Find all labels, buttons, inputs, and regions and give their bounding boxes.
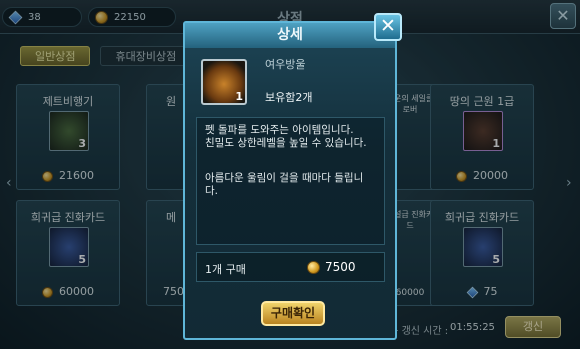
purchase-confirm-button[interactable]: 구매확인 [261,301,325,326]
coin-icon [307,261,320,274]
purchase-quantity: 1개 구매 [205,263,246,276]
fox-bell-icon: 1 [201,59,247,105]
purchase-row: 1개 구매 7500 [196,252,385,282]
item-name: 여우방울 [265,58,306,71]
purchase-price: 7500 [307,260,356,274]
modal-close-button[interactable]: ✕ [374,13,402,41]
description-text: 펫 돌파를 도와주는 아이템입니다. 친밀도 상한레벨을 높일 수 있습니다. [205,124,367,149]
modal-title: 상세 [185,23,395,48]
item-count: 1 [235,90,243,103]
price-value: 7500 [325,260,356,274]
owned-count: 보유함2개 [265,91,313,104]
item-detail-modal: 상세 1 여우방울 보유함2개 펫 돌파를 도와주는 아이템입니다. 친밀도 상… [183,21,397,340]
item-description: 펫 돌파를 도와주는 아이템입니다. 친밀도 상한레벨을 높일 수 있습니다. 아… [196,117,385,245]
description-flavor-text: 아름다운 울림이 걸을 때마다 들립니다. [205,172,364,197]
